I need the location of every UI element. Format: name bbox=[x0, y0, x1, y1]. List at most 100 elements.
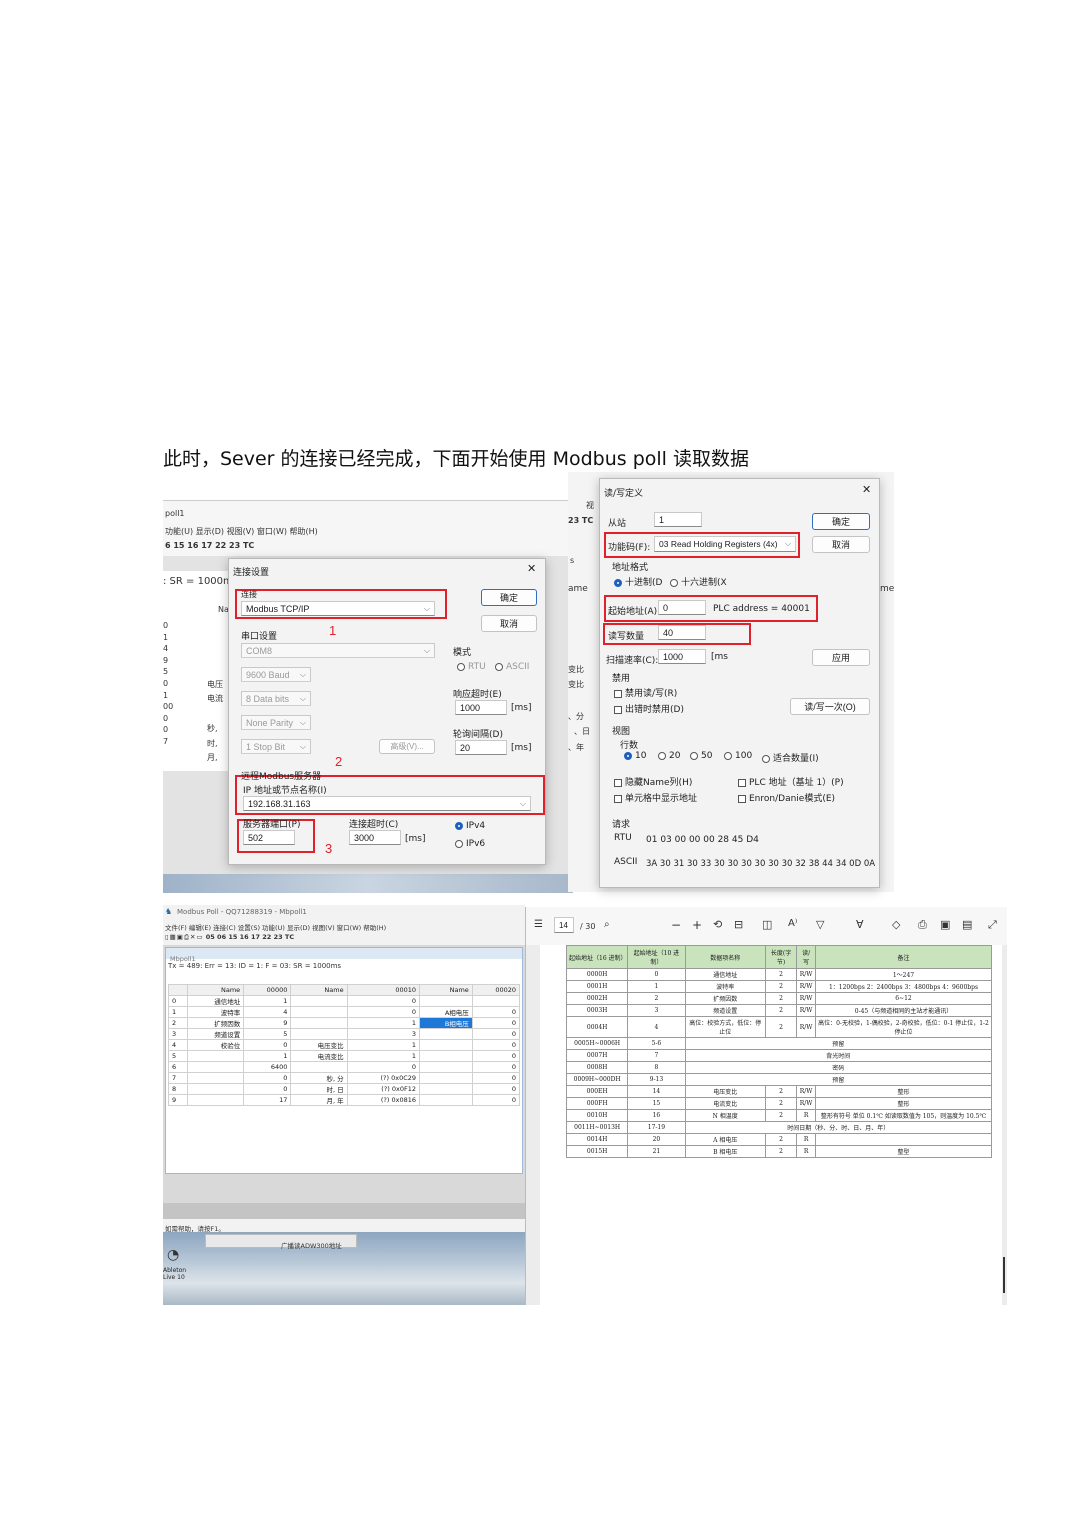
grid-cell[interactable]: 时, 日 bbox=[290, 1083, 348, 1095]
table-row[interactable]: 1 波特率 4 0 A相电压 0 bbox=[168, 1006, 521, 1018]
eraser-icon[interactable]: ◇ bbox=[892, 918, 900, 931]
table-row[interactable]: 5 1 电流变比 1 0 bbox=[168, 1050, 521, 1062]
rows-fit-radio[interactable]: 适合数量(I) bbox=[762, 751, 819, 764]
grid-cell[interactable]: 扩频因数 bbox=[186, 1017, 245, 1029]
grid-cell[interactable]: 4 bbox=[243, 1006, 292, 1018]
toolbar-icons[interactable]: ▯▦▣⎙✕▭ bbox=[165, 933, 204, 941]
ascii-radio[interactable]: ASCII bbox=[495, 662, 529, 672]
grid-cell[interactable]: 5 bbox=[243, 1028, 292, 1040]
conn-timeout-input[interactable]: 3000 bbox=[349, 830, 401, 845]
toolbar[interactable]: ▯▦▣⎙✕▭ 05 06 15 16 17 22 23 TC bbox=[165, 933, 294, 942]
plc-base-checkbox[interactable]: PLC 地址（基址 1）(P) bbox=[738, 775, 844, 788]
grid-cell[interactable] bbox=[186, 1083, 245, 1095]
grid-cell[interactable] bbox=[290, 1028, 348, 1040]
response-timeout-input[interactable]: 1000 bbox=[455, 700, 507, 715]
address-in-cell-checkbox[interactable]: 单元格中显示地址 bbox=[614, 791, 697, 804]
decimal-radio[interactable]: 十进制(D bbox=[614, 575, 662, 588]
grid-cell[interactable] bbox=[290, 1017, 348, 1029]
table-row[interactable]: 0 通信地址 1 0 bbox=[168, 995, 521, 1007]
hex-radio[interactable]: 十六进制(X bbox=[670, 575, 727, 588]
zoom-in-icon[interactable]: + bbox=[692, 918, 702, 932]
grid-cell[interactable]: 秒, 分 bbox=[290, 1072, 348, 1084]
table-row[interactable]: 2 扩频因数 9 1 B相电压 0 bbox=[168, 1017, 521, 1029]
grid-cell[interactable]: 频道设置 bbox=[186, 1028, 245, 1040]
ipv4-radio[interactable]: IPv4 bbox=[455, 821, 485, 831]
table-row[interactable]: 4 校验位 0 电压变比 1 0 bbox=[168, 1039, 521, 1051]
grid-cell[interactable]: (?) 0x0C29 bbox=[346, 1072, 421, 1084]
ipv6-radio[interactable]: IPv6 bbox=[455, 839, 485, 849]
apply-button[interactable]: 应用 bbox=[812, 649, 870, 666]
ok-button[interactable]: 确定 bbox=[812, 513, 870, 530]
grid-cell[interactable]: 1 bbox=[346, 1017, 421, 1029]
advanced-button[interactable]: 高级(V)... bbox=[379, 739, 435, 754]
baud-select[interactable]: 9600 Baud ⌵ bbox=[241, 667, 311, 682]
grid-cell[interactable]: 电压变比 bbox=[290, 1039, 348, 1051]
poll-delay-input[interactable]: 20 bbox=[455, 740, 507, 755]
disable-on-error-checkbox[interactable]: 出错时禁用(D) bbox=[614, 702, 684, 715]
ip-input[interactable]: 192.168.31.163 ⌵ bbox=[243, 796, 531, 811]
taskbar-item[interactable]: 广播读ADW300地址 bbox=[205, 1234, 357, 1250]
grid-cell[interactable] bbox=[290, 1006, 348, 1018]
start-address-input[interactable]: 0 bbox=[658, 600, 706, 615]
menu-bar[interactable]: 功能(U) 显示(D) 视图(V) 窗口(W) 帮助(H) bbox=[165, 526, 318, 537]
grid-cell[interactable]: B相电压 bbox=[419, 1017, 473, 1029]
com-port-select[interactable]: COM8 ⌵ bbox=[241, 643, 435, 658]
table-row[interactable]: 9 17 月, 年 (?) 0x0816 0 bbox=[168, 1094, 521, 1106]
scrollbar[interactable] bbox=[1003, 1257, 1005, 1293]
enron-checkbox[interactable]: Enron/Danie模式(E) bbox=[738, 791, 835, 804]
grid-cell[interactable]: 0 bbox=[471, 1072, 521, 1084]
grid-cell[interactable]: 通信地址 bbox=[186, 995, 245, 1007]
parity-select[interactable]: None Parity ⌵ bbox=[241, 715, 311, 730]
grid-cell[interactable]: 6400 bbox=[243, 1061, 292, 1073]
zoom-out-icon[interactable]: − bbox=[671, 918, 681, 932]
connection-type-select[interactable]: Modbus TCP/IP ⌵ bbox=[241, 601, 435, 616]
grid-cell[interactable] bbox=[419, 1083, 473, 1095]
rows-100-radio[interactable]: 100 bbox=[724, 751, 752, 761]
rows-20-radio[interactable]: 20 bbox=[658, 751, 680, 761]
grid-cell[interactable]: 0 bbox=[346, 1006, 421, 1018]
ok-button[interactable]: 确定 bbox=[481, 589, 537, 606]
grid-cell[interactable]: 0 bbox=[471, 1061, 521, 1073]
thumbnails-icon[interactable]: ☰ bbox=[534, 919, 543, 930]
cancel-button[interactable]: 取消 bbox=[481, 615, 537, 632]
rtu-radio[interactable]: RTU bbox=[457, 662, 486, 672]
draw-icon[interactable]: ∀ bbox=[856, 918, 864, 931]
save-as-icon[interactable]: ▤ bbox=[962, 918, 972, 931]
grid-cell[interactable]: 0 bbox=[471, 1083, 521, 1095]
grid-cell[interactable]: 电流变比 bbox=[290, 1050, 348, 1062]
filter-icon[interactable]: ▽ bbox=[816, 918, 824, 931]
grid-cell[interactable]: 0 bbox=[471, 1006, 521, 1018]
grid-cell[interactable]: 0 bbox=[471, 1050, 521, 1062]
grid-cell[interactable] bbox=[419, 1072, 473, 1084]
grid-cell[interactable] bbox=[290, 995, 348, 1007]
table-row[interactable]: 7 0 秒, 分 (?) 0x0C29 0 bbox=[168, 1072, 521, 1084]
grid-cell[interactable] bbox=[419, 1094, 473, 1106]
grid-cell[interactable]: 0 bbox=[346, 995, 421, 1007]
grid-cell[interactable]: 1 bbox=[346, 1039, 421, 1051]
save-icon[interactable]: ▣ bbox=[940, 918, 950, 931]
quantity-input[interactable]: 40 bbox=[658, 625, 706, 640]
grid-cell[interactable] bbox=[419, 1061, 473, 1073]
grid-cell[interactable] bbox=[186, 1072, 245, 1084]
grid-cell[interactable] bbox=[290, 1061, 348, 1073]
grid-cell[interactable] bbox=[419, 1039, 473, 1051]
grid-cell[interactable]: 0 bbox=[346, 1061, 421, 1073]
grid-cell[interactable]: 9 bbox=[243, 1017, 292, 1029]
slave-input[interactable]: 1 bbox=[654, 512, 702, 527]
grid-cell[interactable] bbox=[419, 1028, 473, 1040]
grid-cell[interactable] bbox=[419, 1050, 473, 1062]
grid-cell[interactable] bbox=[419, 995, 473, 1007]
grid-cell[interactable]: 0 bbox=[243, 1072, 292, 1084]
grid-cell[interactable]: 1 bbox=[346, 1050, 421, 1062]
rows-50-radio[interactable]: 50 bbox=[690, 751, 712, 761]
stopbit-select[interactable]: 1 Stop Bit ⌵ bbox=[241, 739, 311, 754]
grid-cell[interactable] bbox=[471, 995, 521, 1007]
grid-cell[interactable]: 0 bbox=[243, 1083, 292, 1095]
search-icon[interactable]: ⌕ bbox=[604, 919, 610, 930]
table-row[interactable]: 3 频道设置 5 3 0 bbox=[168, 1028, 521, 1040]
grid-cell[interactable]: 1 bbox=[243, 1050, 292, 1062]
grid-cell[interactable] bbox=[186, 1061, 245, 1073]
grid-cell[interactable]: 0 bbox=[471, 1094, 521, 1106]
grid-cell[interactable]: 17 bbox=[243, 1094, 292, 1106]
menu-bar[interactable]: 文件(F) 编辑(E) 连接(C) 设置(S) 功能(U) 显示(D) 视图(V… bbox=[165, 922, 386, 932]
